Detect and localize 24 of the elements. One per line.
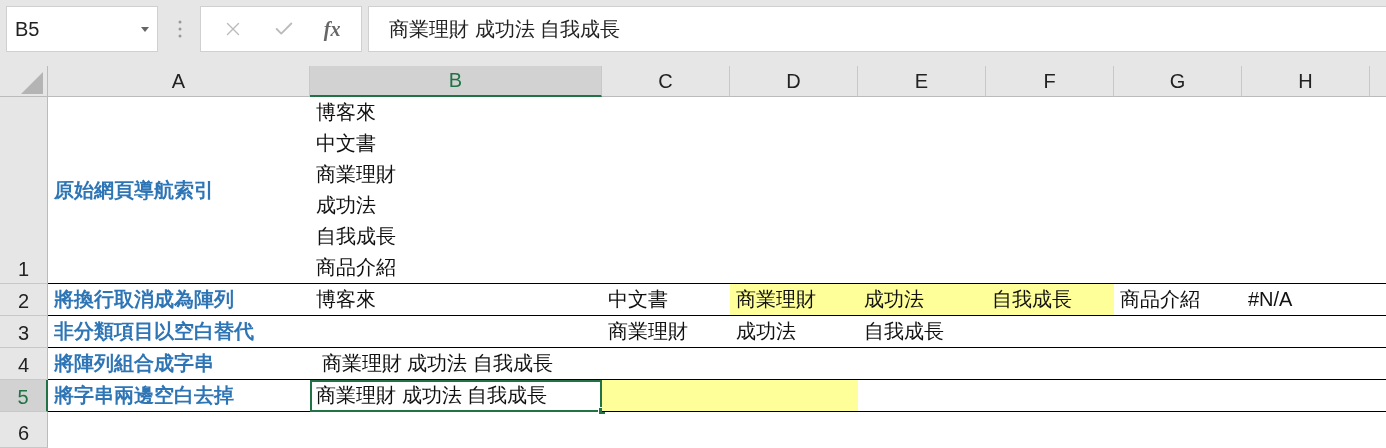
name-box[interactable]: B5 — [6, 6, 158, 52]
row-header[interactable]: 2 — [0, 284, 48, 316]
table-cell[interactable] — [730, 380, 858, 412]
row-header[interactable]: 3 — [0, 316, 48, 348]
column-header[interactable]: E — [858, 66, 986, 97]
table-cell[interactable] — [602, 380, 730, 412]
table-cell[interactable]: 商業理財 — [730, 284, 858, 316]
column-header[interactable]: D — [730, 66, 858, 97]
row-header[interactable]: 5 — [0, 380, 48, 412]
column-header[interactable]: G — [1114, 66, 1242, 97]
row-header[interactable]: 6 — [0, 412, 48, 448]
column-header[interactable]: A — [48, 66, 310, 97]
column-header[interactable]: F — [986, 66, 1114, 97]
row-header[interactable]: 1 — [0, 97, 48, 284]
row-header[interactable]: 4 — [0, 348, 48, 380]
column-header[interactable]: B — [310, 66, 602, 97]
caret-icon — [141, 26, 149, 32]
grip-icon — [178, 20, 182, 38]
table-cell[interactable]: 成功法 — [858, 284, 986, 316]
insert-function-button[interactable]: fx — [323, 17, 341, 41]
formula-field[interactable]: 商業理財 成功法 自我成長 — [368, 6, 1386, 52]
column-header[interactable]: H — [1242, 66, 1370, 97]
table-cell[interactable]: 自我成長 — [986, 284, 1114, 316]
column-header[interactable]: C — [602, 66, 730, 97]
